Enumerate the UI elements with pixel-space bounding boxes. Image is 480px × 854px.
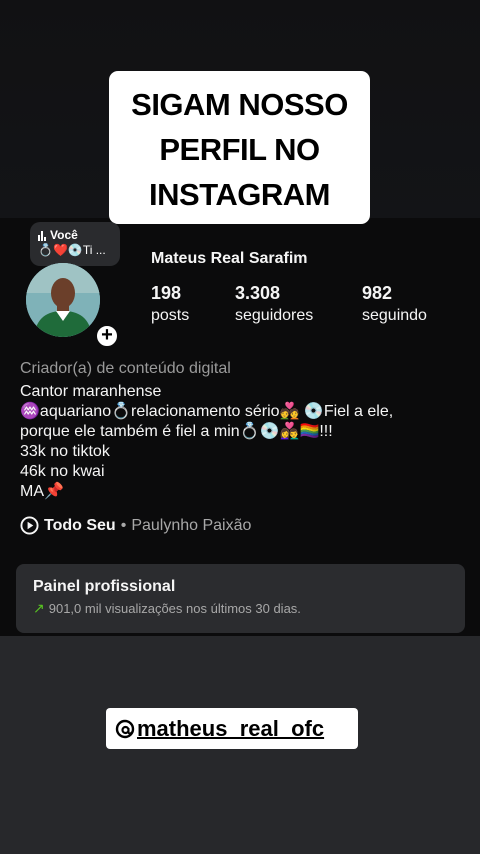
panel-subtitle: 901,0 mil visualizações nos últimos 30 d… [48,601,301,616]
instagram-handle-sticker[interactable]: matheus_real_ofc [106,708,358,749]
story-title-sticker: SIGAM NOSSO PERFIL NO INSTAGRAM [109,71,370,224]
profile-note-bubble[interactable]: Você 💍❤️💿Ti ... [30,222,120,266]
profile-bio: Cantor maranhense ♒aquariano💍relacioname… [20,382,460,502]
profile-category: Criador(a) de conteúdo digital [20,360,231,377]
stat-value: 982 [362,283,393,303]
title-line: SIGAM NOSSO [131,87,348,122]
bio-line: 33k no tiktok [20,443,110,460]
stat-label: seguidores [235,307,314,324]
bio-line: MA📌 [20,483,64,500]
professional-dashboard-button[interactable]: Painel profissional ↗ 901,0 mil visualiz… [16,564,465,633]
bio-line: ♒aquariano💍relacionamento sério💑 💿Fiel a… [20,403,394,420]
profile-music[interactable]: Todo Seu • Paulynho Paixão [20,516,251,535]
stat-label: seguindo [362,307,427,324]
stat-value: 198 [151,283,182,303]
play-circle-icon [20,516,39,535]
music-separator: • [120,516,127,534]
bio-line: 46k no kwai [20,463,105,480]
stat-following[interactable]: 982 seguindo [362,282,427,328]
bio-line: porque ele também é fiel a min💍💿👩‍❤️‍👨🏳️… [20,423,333,440]
profile-name: Mateus Real Sarafim [151,250,308,267]
instagram-handle: matheus_real_ofc [137,716,325,741]
stat-posts[interactable]: 198 posts [151,282,189,328]
stat-label: posts [151,307,190,324]
title-line: PERFIL NO [159,132,320,167]
stat-value: 3.308 [235,283,281,303]
title-line: INSTAGRAM [149,177,330,212]
note-text: 💍❤️💿Ti ... [38,243,106,257]
avatar[interactable] [26,263,100,337]
add-story-plus-icon[interactable]: + [94,323,120,349]
music-bars-icon [38,230,46,241]
trend-up-icon: ↗ [33,600,45,616]
threads-icon [115,719,135,738]
stat-followers[interactable]: 3.308 seguidores [235,282,313,328]
note-label: Você [50,228,78,242]
bio-line: Cantor maranhense [20,383,162,400]
panel-title: Painel profissional [33,578,176,595]
music-artist: Paulynho Paixão [131,516,252,534]
music-song: Todo Seu [44,516,116,534]
